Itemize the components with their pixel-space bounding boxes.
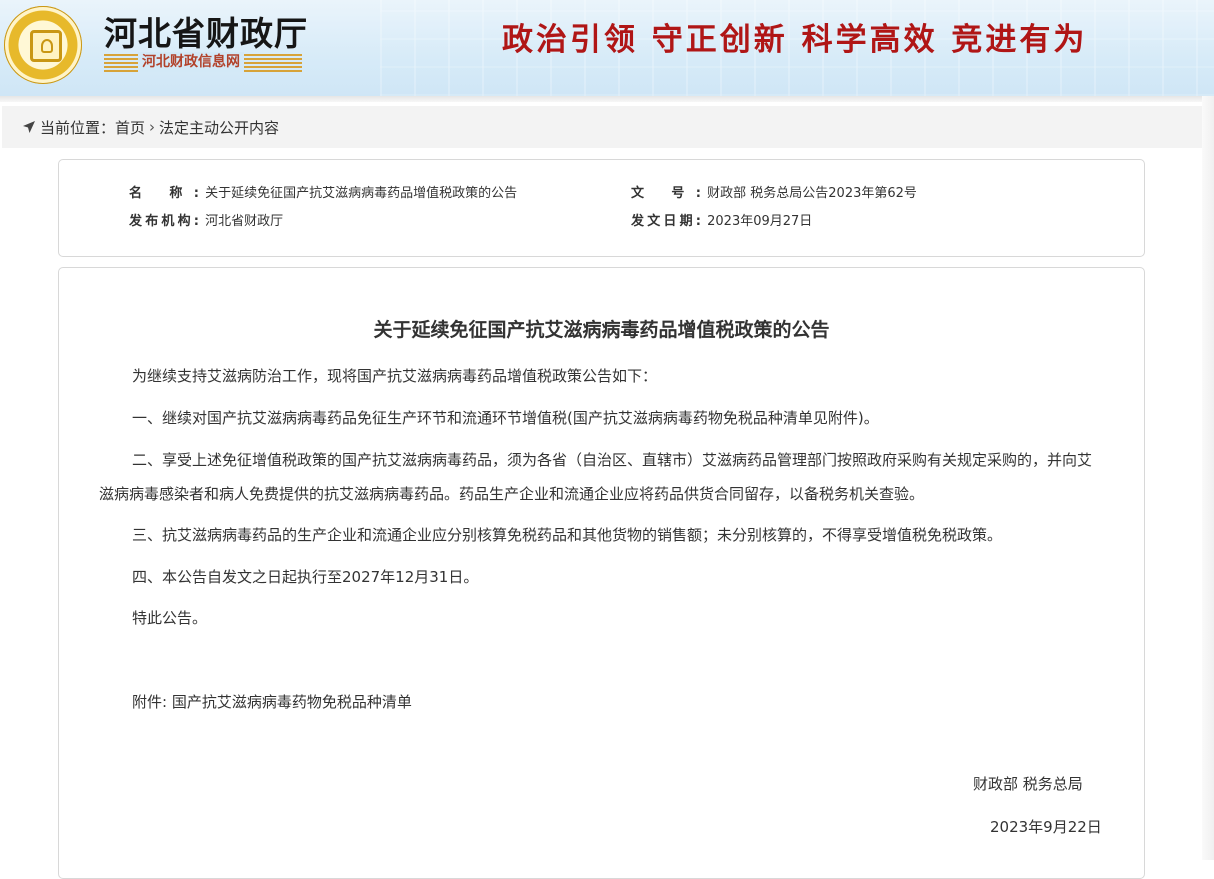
info-name-value: 关于延续免征国产抗艾滋病病毒药品增值税政策的公告 (205, 186, 518, 201)
finance-department-emblem-icon[interactable] (4, 6, 82, 84)
breadcrumb: 当前位置： 首页 › 法定主动公开内容 (2, 106, 1202, 148)
article-item-4: 四、本公告自发文之日起执行至2027年12月31日。 (132, 568, 479, 586)
article-item-3: 三、抗艾滋病病毒药品的生产企业和流通企业应分别核算免税药品和其他货物的销售额；未… (132, 526, 1003, 544)
header-shadow (0, 96, 1204, 102)
info-publisher-value: 河北省财政厅 (205, 214, 284, 229)
location-arrow-icon (23, 121, 35, 133)
info-docno-key: 文 号: (631, 186, 701, 201)
article-item-2: 二、享受上述免征增值税政策的国产抗艾滋病病毒药品，须为各省（自治区、直辖市）艾滋… (99, 451, 1093, 503)
article-item-1: 一、继续对国产抗艾滋病病毒药品免征生产环节和流通环节增值税(国产抗艾滋病病毒药物… (132, 409, 879, 427)
slogan: 政治引领 守正创新 科学高效 竞进有为 (502, 22, 1088, 58)
article-container: 关于延续免征国产抗艾滋病病毒药品增值税政策的公告 为继续支持艾滋病防治工作，现将… (58, 267, 1145, 879)
article-attachment-link[interactable]: 附件: 国产抗艾滋病病毒药物免税品种清单 (99, 685, 1099, 719)
site-header: 河北省财政厅 河北财政信息网 政治引领 守正创新 科学高效 竞进有为 (0, 0, 1214, 96)
article-title: 关于延续免征国产抗艾滋病病毒药品增值税政策的公告 (373, 319, 830, 341)
breadcrumb-current-link[interactable]: 法定主动公开内容 (159, 117, 279, 138)
breadcrumb-home-link[interactable]: 首页 (115, 117, 145, 138)
info-name-row: 名 称: 关于延续免征国产抗艾滋病病毒药品增值税政策的公告 (129, 184, 517, 204)
info-date-value: 2023年09月27日 (707, 214, 813, 229)
document-info-box: 名 称: 关于延续免征国产抗艾滋病病毒药品增值税政策的公告 文 号: 财政部 税… (58, 159, 1145, 257)
breadcrumb-label: 当前位置： (40, 118, 116, 137)
chevron-right-icon: › (149, 118, 156, 136)
site-subtitle-band: 河北财政信息网 (104, 52, 302, 72)
info-publisher-key: 发布机构: (129, 214, 199, 229)
page-edge (1202, 96, 1214, 860)
article-signatory: 财政部 税务总局 (973, 775, 1083, 793)
info-date-row: 发文日期: 2023年09月27日 (631, 212, 812, 232)
info-docno-value: 财政部 税务总局公告2023年第62号 (707, 186, 917, 201)
article-closing: 特此公告。 (132, 609, 208, 627)
site-subtitle: 河北财政信息网 (138, 52, 244, 72)
info-name-key: 名 称: (129, 186, 199, 201)
info-publisher-row: 发布机构: 河北省财政厅 (129, 212, 283, 232)
article-sign-date: 2023年9月22日 (990, 818, 1102, 836)
site-title[interactable]: 河北省财政厅 (104, 16, 308, 52)
article-intro: 为继续支持艾滋病防治工作，现将国产抗艾滋病病毒药品增值税政策公告如下： (132, 367, 658, 385)
info-date-key: 发文日期: (631, 214, 701, 229)
info-docno-row: 文 号: 财政部 税务总局公告2023年第62号 (631, 184, 917, 204)
